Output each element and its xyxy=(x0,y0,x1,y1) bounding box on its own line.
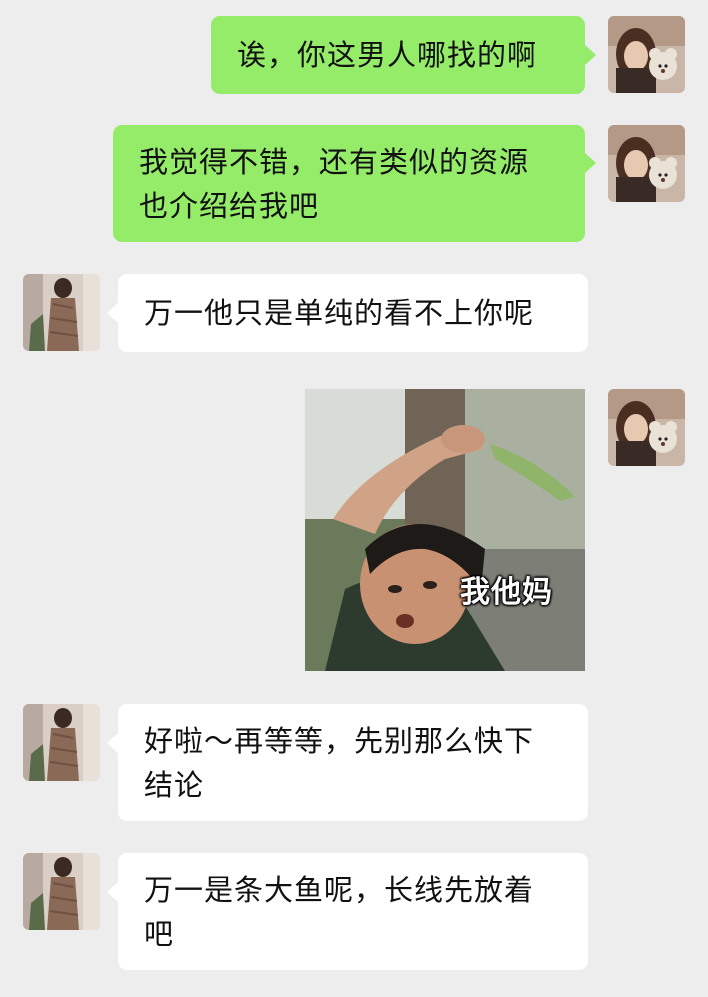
contact-avatar[interactable] xyxy=(23,704,100,781)
message-text-line-2: 也介绍给我吧 xyxy=(139,188,320,223)
sticker-caption: 我他妈 xyxy=(460,575,553,610)
message-bubble-sent-1[interactable]: 诶，你这男人哪找的啊 xyxy=(211,16,585,94)
message-text: 诶，你这男人哪找的啊 xyxy=(237,38,538,72)
sender-avatar[interactable] xyxy=(608,125,685,202)
message-bubble-received-3[interactable]: 万一是条大鱼呢，长线先放着 吧 xyxy=(118,853,588,970)
sender-avatar[interactable] xyxy=(608,16,685,93)
contact-avatar[interactable] xyxy=(23,853,100,930)
message-bubble-received-2[interactable]: 好啦～再等等，先别那么快下 结论 xyxy=(118,704,588,821)
bubble-tail xyxy=(585,153,596,173)
bubble-tail xyxy=(107,882,118,902)
sticker-image[interactable]: 我他妈 xyxy=(305,389,585,671)
bubble-tail xyxy=(107,303,118,323)
message-text: 万一他只是单纯的看不上你呢 xyxy=(144,296,535,330)
message-text-line-2: 结论 xyxy=(144,767,205,802)
message-bubble-sent-2[interactable]: 我觉得不错，还有类似的资源 也介绍给我吧 xyxy=(113,125,585,242)
sender-avatar[interactable] xyxy=(608,389,685,466)
message-text-line-1: 我觉得不错，还有类似的资源 xyxy=(139,144,530,179)
bubble-tail xyxy=(585,45,596,65)
message-text-line-2: 吧 xyxy=(144,916,175,951)
message-text-line-1: 万一是条大鱼呢，长线先放着 xyxy=(144,872,535,907)
message-text-line-1: 好啦～再等等，先别那么快下 xyxy=(144,723,535,758)
bubble-tail xyxy=(107,733,118,753)
message-bubble-received-1[interactable]: 万一他只是单纯的看不上你呢 xyxy=(118,274,588,352)
contact-avatar[interactable] xyxy=(23,274,100,351)
